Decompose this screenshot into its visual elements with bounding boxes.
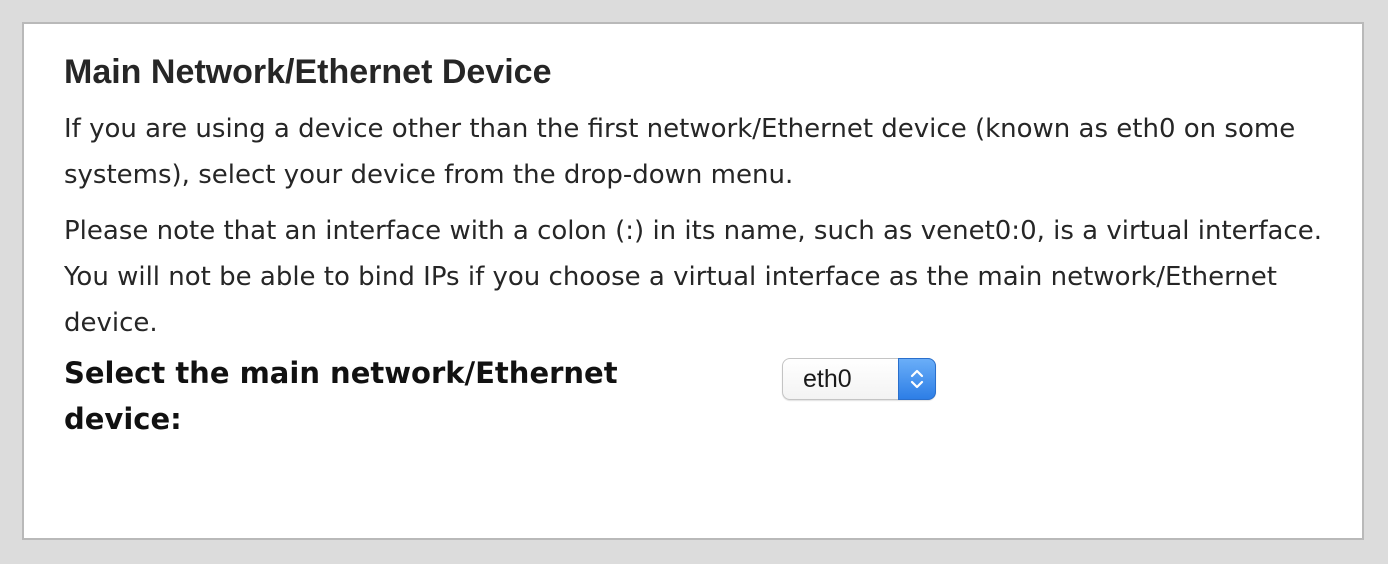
device-select[interactable]: eth0 [782,358,936,400]
device-select-row: Select the main network/Ethernet device:… [64,356,1334,456]
panel-content: Main Network/Ethernet Device If you are … [64,50,1334,456]
network-device-panel: Main Network/Ethernet Device If you are … [22,22,1364,540]
device-select-value: eth0 [803,365,852,393]
description-paragraph-virtual-interface: Please note that an interface with a col… [64,216,1322,338]
device-select-label: Select the main network/Ethernet device: [64,356,618,436]
section-title: Main Network/Ethernet Device [64,53,552,91]
chevron-up-down-icon [898,358,936,400]
description-paragraph-device: If you are using a device other than the… [64,114,1296,190]
